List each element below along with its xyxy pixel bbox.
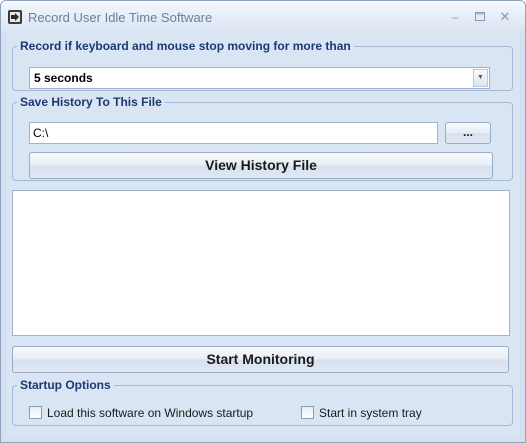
startup-options-group: Startup Options Load this software on Wi… [12, 378, 513, 426]
window-title: Record User Idle Time Software [28, 10, 213, 25]
idle-duration-legend: Record if keyboard and mouse stop moving… [20, 39, 351, 53]
save-history-group: Save History To This File C:\ ... View H… [12, 95, 513, 181]
title-bar[interactable]: Record User Idle Time Software – ✕ [1, 1, 525, 33]
close-icon[interactable]: ✕ [497, 9, 513, 25]
start-monitoring-button[interactable]: Start Monitoring [12, 346, 509, 373]
view-history-file-button[interactable]: View History File [29, 152, 493, 179]
chevron-down-icon[interactable]: ▼ [473, 69, 488, 87]
load-on-startup-checkbox[interactable]: Load this software on Windows startup [29, 406, 253, 420]
history-log-area[interactable] [12, 190, 510, 336]
history-file-path-input[interactable]: C:\ [29, 122, 438, 144]
load-on-startup-checkbox-box[interactable] [29, 406, 42, 419]
start-in-tray-label: Start in system tray [319, 406, 422, 420]
save-history-legend: Save History To This File [20, 95, 162, 109]
idle-duration-dropdown[interactable]: 5 seconds ▼ [29, 67, 490, 89]
minimize-icon[interactable]: – [447, 9, 463, 25]
start-in-tray-checkbox-box[interactable] [301, 406, 314, 419]
client-area: Record if keyboard and mouse stop moving… [6, 33, 520, 437]
idle-duration-group: Record if keyboard and mouse stop moving… [12, 39, 513, 91]
browse-button[interactable]: ... [445, 122, 491, 144]
app-window: Record User Idle Time Software – ✕ Recor… [0, 0, 526, 443]
maximize-icon[interactable] [472, 9, 488, 25]
idle-duration-value: 5 seconds [34, 71, 93, 85]
startup-options-legend: Startup Options [20, 378, 111, 392]
app-icon[interactable] [7, 9, 23, 25]
load-on-startup-label: Load this software on Windows startup [47, 406, 254, 420]
start-in-tray-checkbox[interactable]: Start in system tray [301, 406, 422, 420]
